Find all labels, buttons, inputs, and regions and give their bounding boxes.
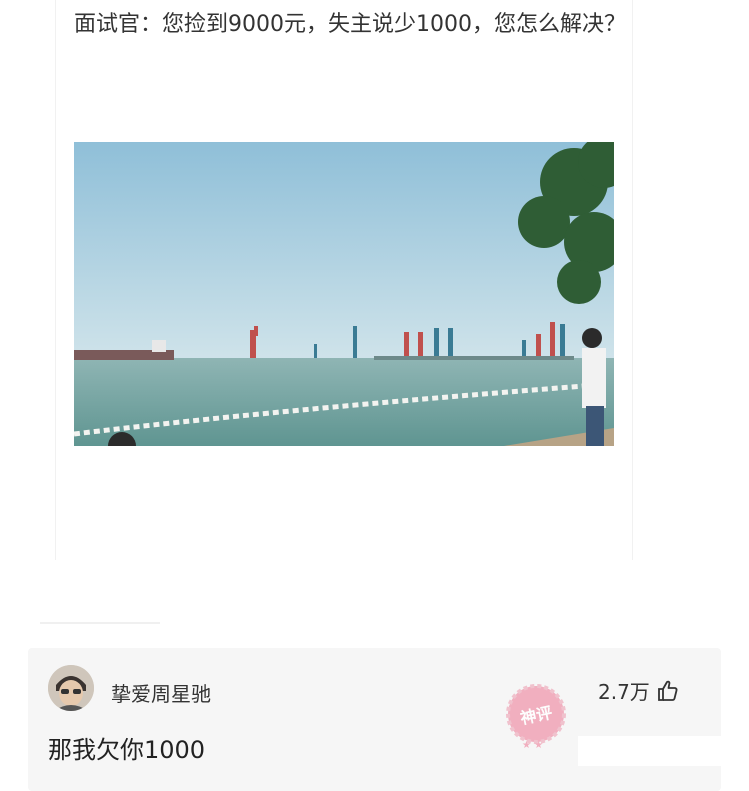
svg-text:★ ★: ★ ★ bbox=[522, 740, 543, 751]
comment-text: 那我欠你1000 bbox=[48, 736, 206, 764]
avatar[interactable] bbox=[48, 665, 94, 711]
post-text: 面试官：您捡到9000元，失主说少1000，您怎么解决？ bbox=[74, 12, 626, 37]
blank-strip bbox=[578, 736, 721, 766]
comment-username[interactable]: 挚爱周星驰 bbox=[111, 678, 211, 707]
thumbs-up-icon[interactable] bbox=[656, 679, 680, 703]
comment-card bbox=[28, 648, 721, 791]
like-count-text: 2.7万 bbox=[598, 680, 650, 704]
top-comment-badge: ★ ★ 神评 bbox=[492, 680, 580, 756]
divider bbox=[40, 622, 160, 624]
like-count[interactable]: 2.7万 bbox=[598, 676, 680, 705]
post-photo[interactable] bbox=[74, 142, 614, 446]
